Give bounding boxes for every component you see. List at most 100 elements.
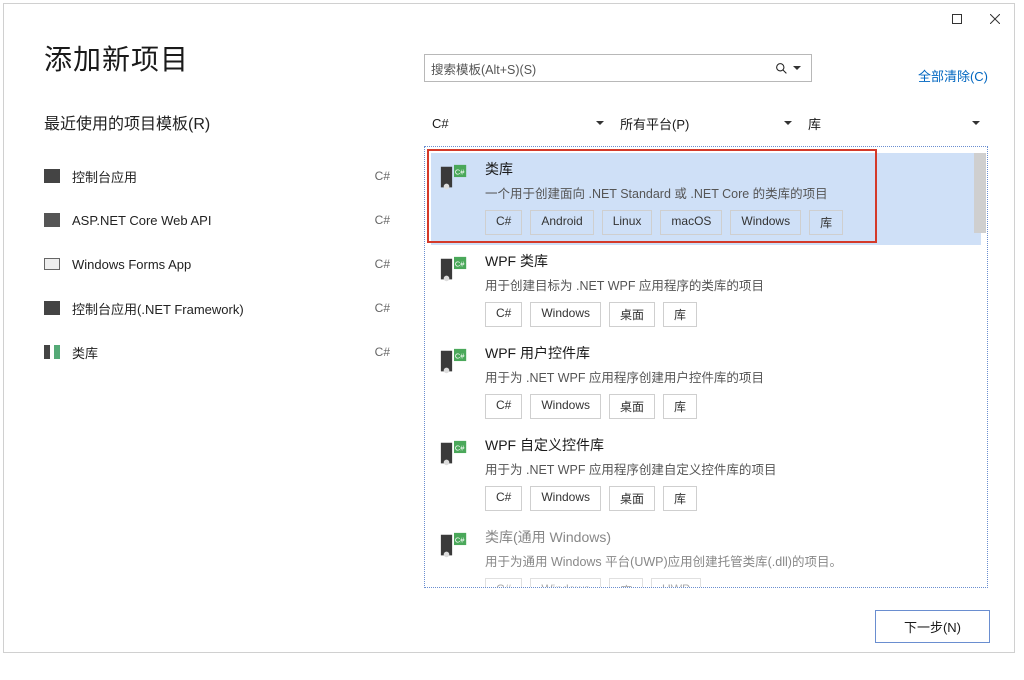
close-icon [990,14,1000,24]
template-desc: 一个用于创建面向 .NET Standard 或 .NET Core 的类库的项… [485,183,973,202]
template-tag: C# [485,394,522,419]
recent-template-label: 控制台应用 [72,167,137,186]
template-tag: Windows [730,210,801,235]
recent-template-lang: C# [375,257,390,271]
template-item[interactable]: C# 类库一个用于创建面向 .NET Standard 或 .NET Core 的… [431,153,981,245]
template-name: 类库 [485,159,973,179]
filter-language[interactable]: C# [424,109,612,137]
search-input[interactable]: 搜索模板(Alt+S)(S) [424,54,812,82]
chevron-down-icon [972,121,980,125]
console-icon [44,301,60,315]
webapi-icon [44,213,60,227]
chevron-down-icon [596,121,604,125]
clear-all-link[interactable]: 全部清除(C) [918,66,988,85]
template-tag: C# [485,578,522,588]
template-item[interactable]: C# WPF 用户控件库用于为 .NET WPF 应用程序创建用户控件库的项目 C#… [431,337,981,429]
template-tag: Android [530,210,593,235]
scrollbar-thumb[interactable] [974,153,986,233]
recent-template-label: ASP.NET Core Web API [72,213,211,228]
next-button[interactable]: 下一步(N) [875,610,990,643]
template-tag: UWP [651,578,701,588]
maximize-button[interactable] [938,4,976,34]
filter-project-type[interactable]: 库 [800,109,988,137]
template-tags: C# Android Linux macOS Windows 库 [485,210,973,235]
template-item[interactable]: C# WPF 类库用于创建目标为 .NET WPF 应用程序的类库的项目 C# Win… [431,245,981,337]
search-button[interactable] [771,62,805,75]
classlib-icon: C# [439,255,469,285]
template-tag: C# [485,302,522,327]
template-tags: C# Windows 库 UWP [485,578,973,588]
template-tag: C# [485,486,522,511]
template-tag: 库 [609,578,643,588]
chevron-down-icon [793,66,801,70]
chevron-down-icon [784,121,792,125]
template-tags: C# Windows 桌面库 [485,394,973,419]
template-name: WPF 用户控件库 [485,343,973,363]
recent-template[interactable]: 控制台应用 C# [44,156,404,196]
recent-template[interactable]: ASP.NET Core Web API C# [44,200,404,240]
svg-text:C#: C# [455,259,465,268]
template-tag: Windows [530,302,601,327]
recent-template[interactable]: 控制台应用(.NET Framework) C# [44,288,404,328]
recent-template-label: 控制台应用(.NET Framework) [72,299,244,318]
recent-section-title: 最近使用的项目模板(R) [44,110,404,134]
recent-template[interactable]: 类库 C# [44,332,404,372]
template-tag: Linux [602,210,653,235]
classlib-icon [44,345,60,359]
template-desc: 用于创建目标为 .NET WPF 应用程序的类库的项目 [485,275,973,294]
dialog-footer: 下一步(N) [4,600,1014,652]
classlib-icon: C# [439,531,469,561]
filter-row: C# 所有平台(P) 库 [424,109,988,137]
recent-template-label: 类库 [72,343,98,362]
filter-platform[interactable]: 所有平台(P) [612,109,800,137]
template-desc: 用于为 .NET WPF 应用程序创建用户控件库的项目 [485,367,973,386]
svg-text:C#: C# [455,167,465,176]
right-pane: 搜索模板(Alt+S)(S) 全部清除(C) C# 所有平台(P) 库 [424,54,994,588]
template-tag: 桌面 [609,486,655,511]
template-tag: 库 [809,210,843,235]
template-tag: 库 [663,394,697,419]
classlib-icon: C# [439,163,469,193]
svg-text:C#: C# [455,443,465,452]
recent-template[interactable]: Windows Forms App C# [44,244,404,284]
template-list: C# 类库一个用于创建面向 .NET Standard 或 .NET Core 的… [424,146,988,588]
template-tag: 桌面 [609,302,655,327]
recent-template-lang: C# [375,345,390,359]
template-name: WPF 自定义控件库 [485,435,973,455]
template-desc: 用于为通用 Windows 平台(UWP)应用创建托管类库(.dll)的项目。 [485,551,973,570]
template-item[interactable]: C# 类库(通用 Windows) 用于为通用 Windows 平台(UWP)应用创… [431,521,981,588]
search-icon [775,62,788,75]
template-tags: C# Windows 桌面库 [485,486,973,511]
template-item[interactable]: C# WPF 自定义控件库用于为 .NET WPF 应用程序创建自定义控件库的项目… [431,429,981,521]
template-name: WPF 类库 [485,251,973,271]
recent-template-label: Windows Forms App [72,257,191,272]
template-tag: 库 [663,302,697,327]
recent-list: 控制台应用C#ASP.NET Core Web APIC#Windows For… [44,156,404,372]
recent-template-lang: C# [375,213,390,227]
add-new-project-dialog: 添加新项目 最近使用的项目模板(R) 控制台应用C#ASP.NET Core W… [3,3,1015,653]
template-tag: Windows [530,578,601,588]
template-tag: macOS [660,210,722,235]
left-pane: 添加新项目 最近使用的项目模板(R) 控制台应用C#ASP.NET Core W… [4,4,434,652]
close-button[interactable] [976,4,1014,34]
maximize-icon [952,14,962,24]
template-desc: 用于为 .NET WPF 应用程序创建自定义控件库的项目 [485,459,973,478]
titlebar [938,4,1014,34]
svg-text:C#: C# [455,351,465,360]
svg-text:C#: C# [455,535,465,544]
dialog-title: 添加新项目 [44,38,404,78]
search-placeholder: 搜索模板(Alt+S)(S) [431,59,536,78]
template-tag: Windows [530,486,601,511]
recent-template-lang: C# [375,169,390,183]
template-tag: C# [485,210,522,235]
recent-template-lang: C# [375,301,390,315]
winforms-icon [44,258,60,270]
template-tags: C# Windows 桌面库 [485,302,973,327]
template-tag: 桌面 [609,394,655,419]
template-tag: 库 [663,486,697,511]
template-name: 类库(通用 Windows) [485,527,973,547]
classlib-icon: C# [439,347,469,377]
console-icon [44,169,60,183]
classlib-icon: C# [439,439,469,469]
template-tag: Windows [530,394,601,419]
